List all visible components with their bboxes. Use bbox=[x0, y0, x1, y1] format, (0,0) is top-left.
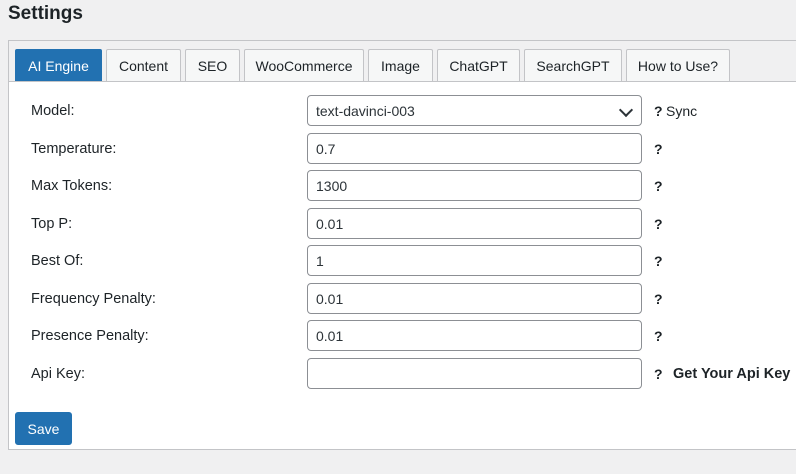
temperature-row: Temperature: 0.7 ? bbox=[9, 133, 796, 165]
model-label: Model: bbox=[31, 103, 75, 119]
temperature-help-icon[interactable]: ? bbox=[654, 133, 663, 165]
frequency-penalty-row: Frequency Penalty: 0.01 ? bbox=[9, 283, 796, 315]
temperature-label: Temperature: bbox=[31, 141, 117, 157]
frequency-penalty-help-icon[interactable]: ? bbox=[654, 283, 663, 315]
best-of-row: Best Of: 1 ? bbox=[9, 245, 796, 277]
presence-penalty-input[interactable]: 0.01 bbox=[307, 320, 642, 351]
api-key-row: Api Key: ? Get Your Api Key bbox=[9, 358, 796, 390]
frequency-penalty-label: Frequency Penalty: bbox=[31, 291, 156, 307]
api-key-label: Api Key: bbox=[31, 366, 85, 382]
model-row: Model: text-davinci-003 ? Sync bbox=[9, 95, 796, 127]
api-key-help-icon[interactable]: ? bbox=[654, 358, 663, 390]
tab-searchgpt[interactable]: SearchGPT bbox=[524, 49, 622, 81]
tab-content[interactable]: Content bbox=[106, 49, 181, 81]
top-p-row: Top P: 0.01 ? bbox=[9, 208, 796, 240]
max-tokens-input[interactable]: 1300 bbox=[307, 170, 642, 201]
top-p-input[interactable]: 0.01 bbox=[307, 208, 642, 239]
frequency-penalty-input[interactable]: 0.01 bbox=[307, 283, 642, 314]
tab-chatgpt[interactable]: ChatGPT bbox=[437, 49, 520, 81]
tab-how-to-use[interactable]: How to Use? bbox=[626, 49, 730, 81]
best-of-help-icon[interactable]: ? bbox=[654, 245, 663, 277]
best-of-label: Best Of: bbox=[31, 253, 84, 269]
top-p-help-icon[interactable]: ? bbox=[654, 208, 663, 240]
presence-penalty-row: Presence Penalty: 0.01 ? bbox=[9, 320, 796, 352]
tab-ai-engine[interactable]: AI Engine bbox=[15, 49, 102, 81]
tab-bar: AI Engine Content SEO WooCommerce Image … bbox=[9, 41, 796, 82]
page-title: Settings bbox=[8, 3, 83, 24]
max-tokens-row: Max Tokens: 1300 ? bbox=[9, 170, 796, 202]
model-help-icon[interactable]: ? bbox=[654, 95, 663, 127]
tab-seo[interactable]: SEO bbox=[185, 49, 240, 81]
max-tokens-help-icon[interactable]: ? bbox=[654, 170, 663, 202]
get-api-key-link[interactable]: Get Your Api Key bbox=[673, 358, 790, 390]
presence-penalty-label: Presence Penalty: bbox=[31, 328, 149, 344]
model-select[interactable]: text-davinci-003 bbox=[307, 95, 642, 126]
tab-image[interactable]: Image bbox=[368, 49, 433, 81]
settings-panel: AI Engine Content SEO WooCommerce Image … bbox=[8, 40, 796, 450]
save-button[interactable]: Save bbox=[15, 412, 72, 445]
temperature-input[interactable]: 0.7 bbox=[307, 133, 642, 164]
api-key-input[interactable] bbox=[307, 358, 642, 389]
model-selected-value: text-davinci-003 bbox=[316, 102, 415, 119]
best-of-input[interactable]: 1 bbox=[307, 245, 642, 276]
top-p-label: Top P: bbox=[31, 216, 73, 232]
tab-woocommerce[interactable]: WooCommerce bbox=[244, 49, 364, 81]
max-tokens-label: Max Tokens: bbox=[31, 178, 113, 194]
chevron-down-icon bbox=[618, 102, 634, 118]
sync-link[interactable]: Sync bbox=[666, 95, 697, 127]
presence-penalty-help-icon[interactable]: ? bbox=[654, 320, 663, 352]
